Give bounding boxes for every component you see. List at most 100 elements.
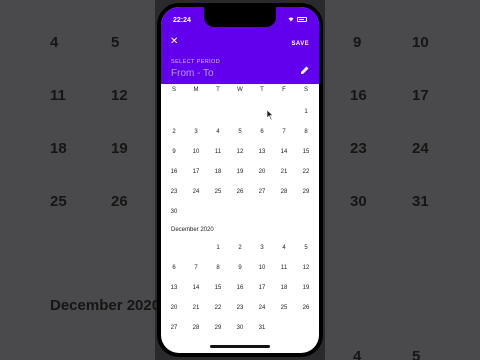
day-cell-nov-2[interactable]: 2 bbox=[167, 129, 181, 135]
day-cell-dec-28[interactable]: 28 bbox=[189, 325, 203, 331]
day-cell-nov-29[interactable]: 29 bbox=[299, 189, 313, 195]
day-cell-dec-13[interactable]: 13 bbox=[167, 285, 181, 291]
day-cell-dec-11[interactable]: 11 bbox=[277, 265, 291, 271]
phone-frame: 22:24 ✕ SAVE SELECT PERIOD From - To S M T… bbox=[157, 3, 323, 357]
day-cell-nov-4[interactable]: 4 bbox=[211, 129, 225, 135]
day-cell-nov-15[interactable]: 15 bbox=[299, 149, 313, 155]
day-cell-nov-24[interactable]: 24 bbox=[189, 189, 203, 195]
background-number: 11 bbox=[50, 87, 66, 104]
day-cell-dec-10[interactable]: 10 bbox=[255, 265, 269, 271]
notch bbox=[204, 7, 276, 27]
day-cell-dec-15[interactable]: 15 bbox=[211, 285, 225, 291]
home-indicator bbox=[210, 345, 270, 348]
background-number: 19 bbox=[111, 140, 128, 157]
day-cell-nov-5[interactable]: 5 bbox=[233, 129, 247, 135]
day-cell-nov-22[interactable]: 22 bbox=[299, 169, 313, 175]
close-icon[interactable]: ✕ bbox=[170, 37, 178, 47]
day-cell-dec-2[interactable]: 2 bbox=[233, 245, 247, 251]
day-cell-nov-25[interactable]: 25 bbox=[211, 189, 225, 195]
date-picker-header: 22:24 ✕ SAVE SELECT PERIOD From - To bbox=[161, 7, 319, 84]
day-cell-dec-3[interactable]: 3 bbox=[255, 245, 269, 251]
background-number: 26 bbox=[111, 193, 128, 210]
day-cell-dec-24[interactable]: 24 bbox=[255, 305, 269, 311]
day-cell-nov-21[interactable]: 21 bbox=[277, 169, 291, 175]
day-cell-nov-9[interactable]: 9 bbox=[167, 149, 181, 155]
day-cell-dec-16[interactable]: 16 bbox=[233, 285, 247, 291]
day-cell-dec-26[interactable]: 26 bbox=[299, 305, 313, 311]
day-cell-dec-20[interactable]: 20 bbox=[167, 305, 181, 311]
day-cell-nov-6[interactable]: 6 bbox=[255, 129, 269, 135]
background-number: 16 bbox=[350, 87, 367, 104]
background-number: 5 bbox=[111, 34, 120, 51]
weekday-label: W bbox=[237, 87, 243, 93]
day-cell-nov-13[interactable]: 13 bbox=[255, 149, 269, 155]
day-cell-dec-5[interactable]: 5 bbox=[299, 245, 313, 251]
background-title: December 2020 bbox=[50, 297, 161, 314]
phone-screen: 22:24 ✕ SAVE SELECT PERIOD From - To S M T… bbox=[161, 7, 319, 353]
day-cell-nov-17[interactable]: 17 bbox=[189, 169, 203, 175]
weekday-label: T bbox=[260, 87, 264, 93]
save-button[interactable]: SAVE bbox=[292, 41, 310, 47]
day-cell-nov-8[interactable]: 8 bbox=[299, 129, 313, 135]
status-time: 22:24 bbox=[173, 17, 191, 24]
mouse-cursor-icon bbox=[267, 110, 274, 120]
pencil-icon[interactable] bbox=[300, 65, 310, 75]
background-number: 17 bbox=[412, 87, 429, 104]
day-cell-nov-23[interactable]: 23 bbox=[167, 189, 181, 195]
day-cell-nov-12[interactable]: 12 bbox=[233, 149, 247, 155]
day-cell-dec-23[interactable]: 23 bbox=[233, 305, 247, 311]
day-cell-dec-21[interactable]: 21 bbox=[189, 305, 203, 311]
background-number: 31 bbox=[412, 193, 429, 210]
day-cell-nov-1[interactable]: 1 bbox=[299, 109, 313, 115]
background-number: 24 bbox=[412, 140, 429, 157]
day-cell-dec-1[interactable]: 1 bbox=[211, 245, 225, 251]
day-cell-nov-30[interactable]: 30 bbox=[167, 209, 181, 215]
day-cell-nov-26[interactable]: 26 bbox=[233, 189, 247, 195]
background-number: 10 bbox=[412, 34, 429, 51]
day-cell-dec-4[interactable]: 4 bbox=[277, 245, 291, 251]
day-cell-dec-30[interactable]: 30 bbox=[233, 325, 247, 331]
day-cell-nov-3[interactable]: 3 bbox=[189, 129, 203, 135]
day-cell-dec-17[interactable]: 17 bbox=[255, 285, 269, 291]
background-panel-right bbox=[325, 0, 480, 360]
day-cell-dec-25[interactable]: 25 bbox=[277, 305, 291, 311]
weekday-label: M bbox=[193, 87, 199, 93]
day-cell-dec-18[interactable]: 18 bbox=[277, 285, 291, 291]
day-cell-dec-14[interactable]: 14 bbox=[189, 285, 203, 291]
background-number: 9 bbox=[353, 34, 362, 51]
day-cell-dec-6[interactable]: 6 bbox=[167, 265, 181, 271]
weekday-label: F bbox=[282, 87, 286, 93]
select-period-label: SELECT PERIOD bbox=[171, 59, 221, 65]
day-cell-dec-8[interactable]: 8 bbox=[211, 265, 225, 271]
background-number: 30 bbox=[350, 193, 367, 210]
background-number: 18 bbox=[50, 140, 67, 157]
background-number: 23 bbox=[350, 140, 367, 157]
day-cell-dec-12[interactable]: 12 bbox=[299, 265, 313, 271]
background-number: 12 bbox=[111, 87, 128, 104]
day-cell-nov-18[interactable]: 18 bbox=[211, 169, 225, 175]
day-cell-nov-7[interactable]: 7 bbox=[277, 129, 291, 135]
day-cell-nov-10[interactable]: 10 bbox=[189, 149, 203, 155]
day-cell-dec-22[interactable]: 22 bbox=[211, 305, 225, 311]
weekday-label: S bbox=[303, 87, 308, 93]
status-icons bbox=[288, 17, 307, 22]
day-cell-dec-7[interactable]: 7 bbox=[189, 265, 203, 271]
range-placeholder[interactable]: From - To bbox=[171, 68, 214, 79]
day-cell-dec-29[interactable]: 29 bbox=[211, 325, 225, 331]
day-cell-nov-28[interactable]: 28 bbox=[277, 189, 291, 195]
day-cell-nov-27[interactable]: 27 bbox=[255, 189, 269, 195]
month-title-december: December 2020 bbox=[171, 227, 214, 233]
day-cell-nov-11[interactable]: 11 bbox=[211, 149, 225, 155]
day-cell-nov-20[interactable]: 20 bbox=[255, 169, 269, 175]
wifi-icon bbox=[288, 17, 294, 22]
battery-icon bbox=[297, 17, 307, 22]
day-cell-nov-16[interactable]: 16 bbox=[167, 169, 181, 175]
day-cell-dec-19[interactable]: 19 bbox=[299, 285, 313, 291]
background-number: 4 bbox=[353, 348, 362, 360]
day-cell-dec-27[interactable]: 27 bbox=[167, 325, 181, 331]
day-cell-dec-31[interactable]: 31 bbox=[255, 325, 269, 331]
background-number: 4 bbox=[50, 34, 59, 51]
day-cell-nov-14[interactable]: 14 bbox=[277, 149, 291, 155]
day-cell-dec-9[interactable]: 9 bbox=[233, 265, 247, 271]
day-cell-nov-19[interactable]: 19 bbox=[233, 169, 247, 175]
